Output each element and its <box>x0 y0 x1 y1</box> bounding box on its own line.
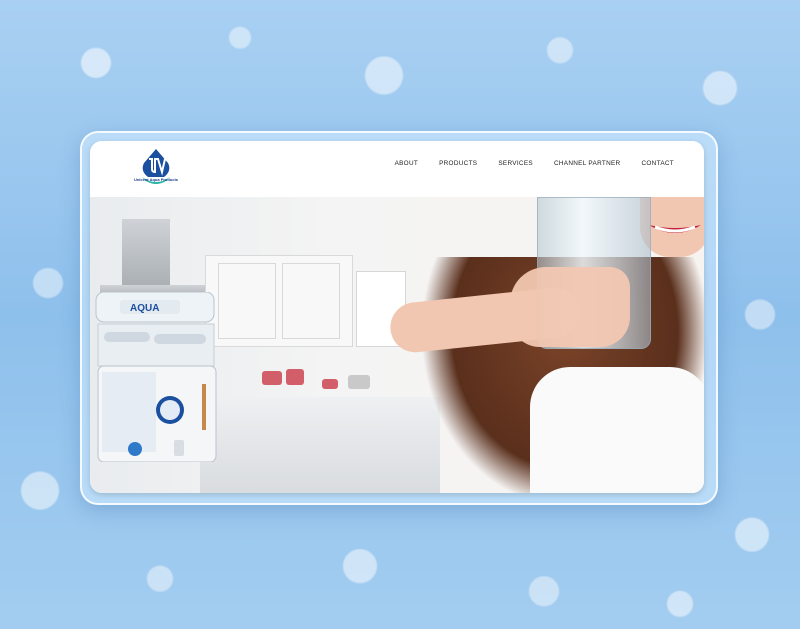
woman-shirt <box>530 367 704 493</box>
website-window: Unicent Aqua Products ABOUT PRODUCTS SER… <box>90 141 704 493</box>
kitchen-cabinet-door <box>282 263 340 339</box>
nav-channel-partner[interactable]: CHANNEL PARTNER <box>554 160 621 167</box>
kitchen-jar <box>286 369 304 385</box>
hero-banner: AQUA <box>90 197 704 493</box>
brand-logo-icon[interactable] <box>134 147 178 191</box>
main-nav: ABOUT PRODUCTS SERVICES CHANNEL PARTNER … <box>395 160 674 167</box>
site-header: Unicent Aqua Products ABOUT PRODUCTS SER… <box>90 141 704 198</box>
kitchen-hood <box>122 219 170 289</box>
woman-hand <box>510 267 630 347</box>
kitchen-jar <box>322 379 338 389</box>
purifier-brand-text: AQUA <box>130 303 159 314</box>
kitchen-counter <box>200 397 440 493</box>
nav-services[interactable]: SERVICES <box>498 160 533 167</box>
kitchen-jar <box>348 375 370 389</box>
brand-name: Unicent Aqua Products <box>133 177 179 182</box>
water-purifier-image: AQUA <box>95 292 217 462</box>
nav-contact[interactable]: CONTACT <box>641 160 674 167</box>
kitchen-cabinet-door <box>218 263 276 339</box>
nav-about[interactable]: ABOUT <box>395 160 419 167</box>
nav-products[interactable]: PRODUCTS <box>439 160 477 167</box>
kitchen-jar <box>262 371 282 385</box>
woman-smile <box>649 225 701 233</box>
